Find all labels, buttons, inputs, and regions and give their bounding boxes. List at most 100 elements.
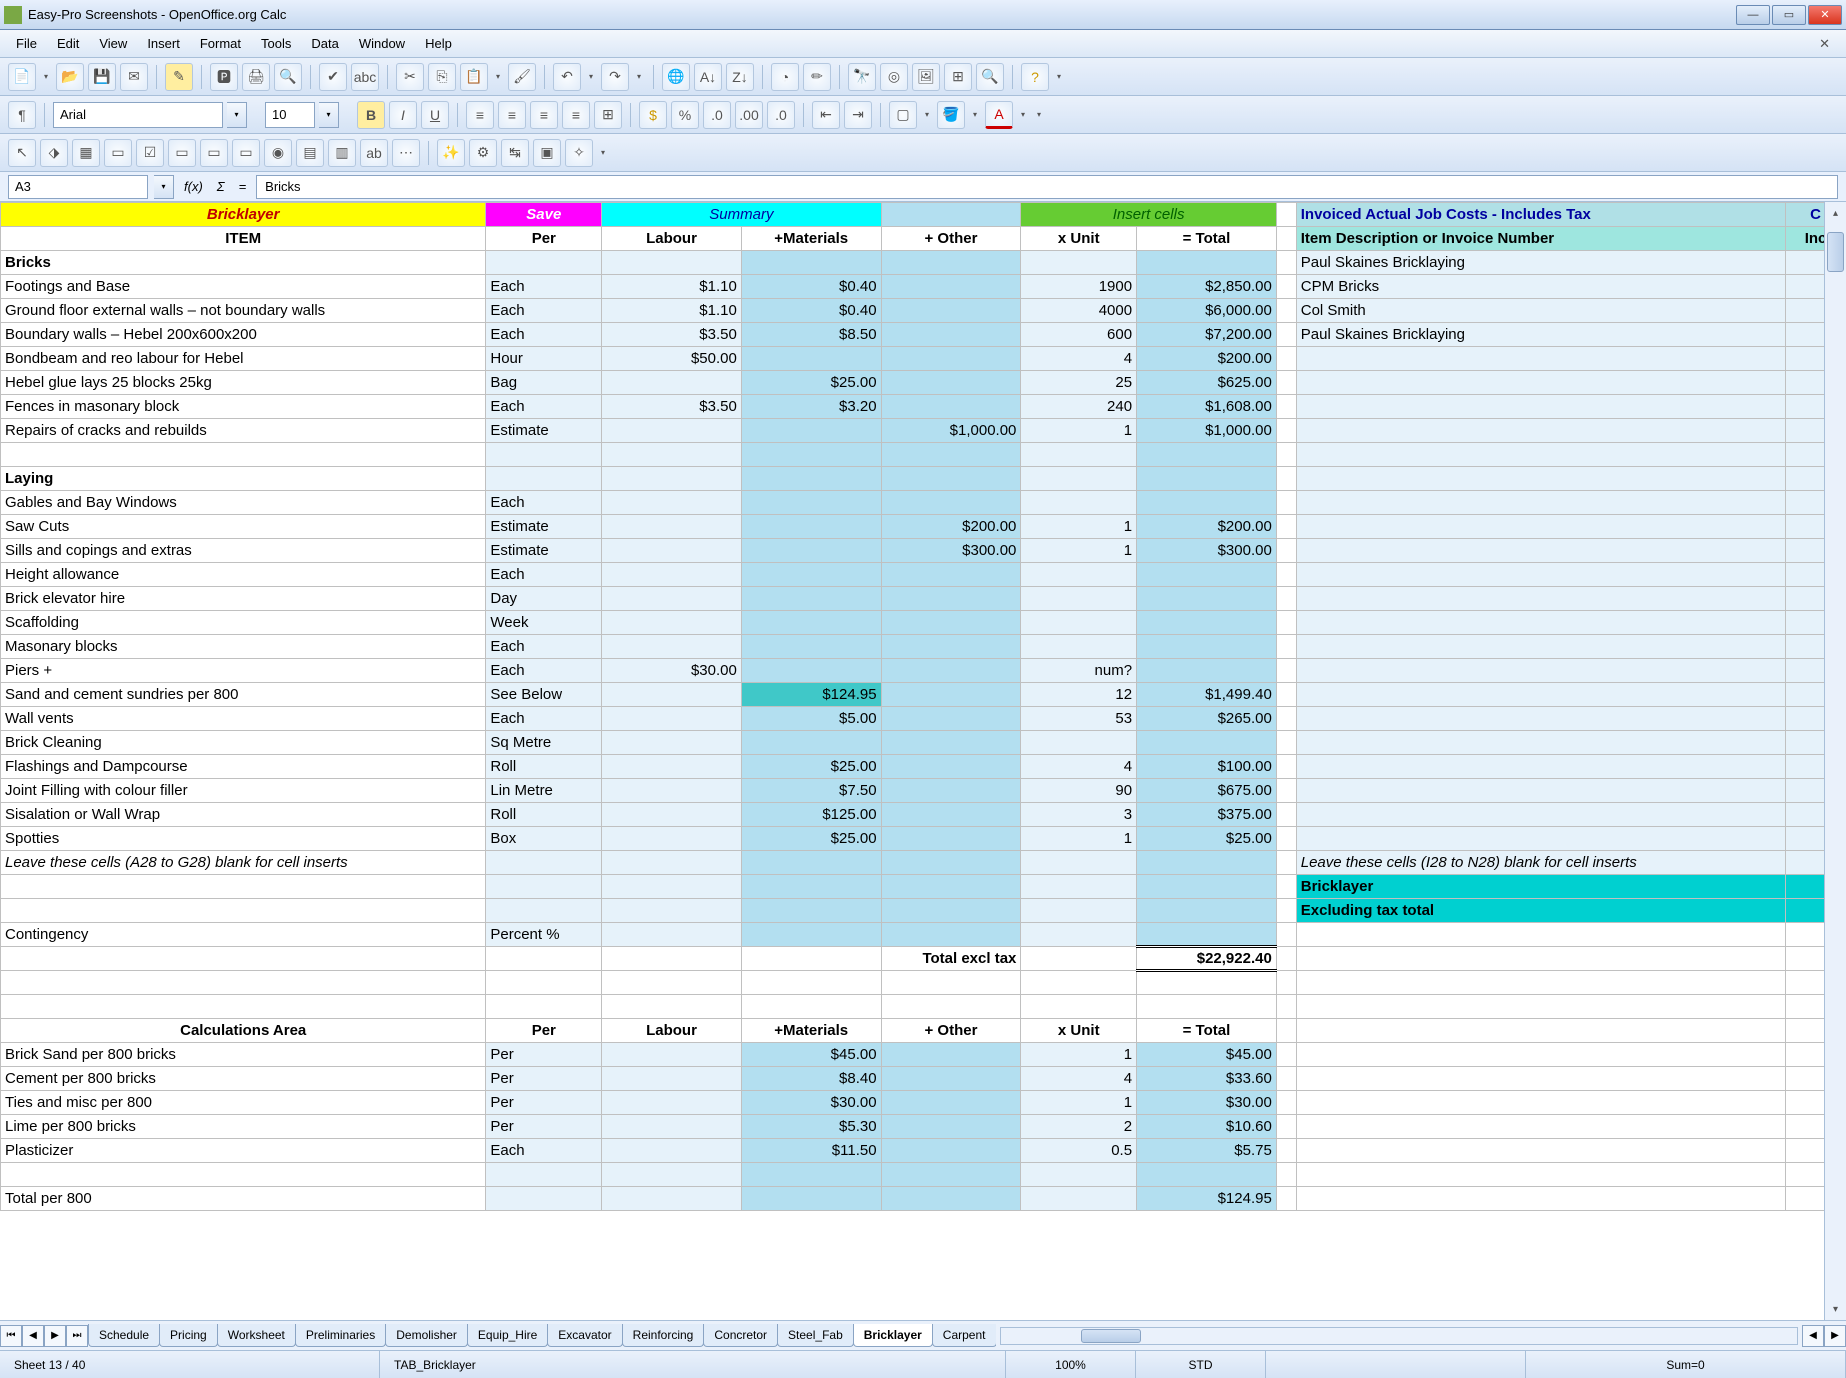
sort-desc-icon[interactable]: Z↓ <box>726 63 754 91</box>
formatted-icon[interactable]: ▭ <box>200 139 228 167</box>
fontcolor-icon[interactable]: A <box>985 101 1013 129</box>
vertical-scrollbar[interactable]: ▴ ▾ <box>1824 202 1846 1320</box>
hscroll-left-icon[interactable]: ◀ <box>1802 1325 1824 1347</box>
menu-insert[interactable]: Insert <box>137 32 190 55</box>
sheet-tab-pricing[interactable]: Pricing <box>159 1324 218 1347</box>
copy-icon[interactable]: ⎘ <box>428 63 456 91</box>
sheet-tab-reinforcing[interactable]: Reinforcing <box>622 1324 705 1347</box>
tab-first-icon[interactable]: ⏮ <box>0 1325 22 1347</box>
add-decimal-icon[interactable]: .00 <box>735 101 763 129</box>
cell-reference-input[interactable]: A3 <box>8 175 148 199</box>
indent-inc-icon[interactable]: ⇥ <box>844 101 872 129</box>
bgcolor-icon[interactable]: 🪣 <box>937 101 965 129</box>
hscroll-right-icon[interactable]: ▶ <box>1824 1325 1846 1347</box>
format-toolbar-more[interactable]: ▾ <box>1033 101 1045 129</box>
gallery-icon[interactable]: 🖼 <box>912 63 940 91</box>
find-icon[interactable]: 🔭 <box>848 63 876 91</box>
hyperlink-icon[interactable]: 🌐 <box>662 63 690 91</box>
underline-button[interactable]: U <box>421 101 449 129</box>
edit-mode-icon[interactable]: ✎ <box>165 63 193 91</box>
currency-icon[interactable]: $ <box>639 101 667 129</box>
zoom-icon[interactable]: 🔍 <box>976 63 1004 91</box>
sheet-tab-carpent[interactable]: Carpent <box>932 1324 996 1347</box>
font-size-input[interactable]: 10 <box>265 102 315 128</box>
spreadsheet-grid[interactable]: BricklayerSaveSummaryInsert cellsInvoice… <box>0 202 1846 1320</box>
status-zoom[interactable]: 100% <box>1006 1351 1136 1378</box>
align-right-icon[interactable]: ≡ <box>530 101 558 129</box>
menu-format[interactable]: Format <box>190 32 251 55</box>
close-button[interactable]: ✕ <box>1808 5 1842 25</box>
datasources-icon[interactable]: ⊞ <box>944 63 972 91</box>
border-dropdown[interactable]: ▾ <box>921 101 933 129</box>
autospell-icon[interactable]: abc <box>351 63 379 91</box>
scroll-up-icon[interactable]: ▴ <box>1825 202 1846 224</box>
align-center-icon[interactable]: ≡ <box>498 101 526 129</box>
undo-icon[interactable]: ↶ <box>553 63 581 91</box>
scroll-down-icon[interactable]: ▾ <box>1825 1298 1846 1320</box>
status-mode[interactable]: STD <box>1136 1351 1266 1378</box>
chart-icon[interactable]: ◔ <box>771 63 799 91</box>
sheet-tab-excavator[interactable]: Excavator <box>547 1324 622 1347</box>
auto-icon[interactable]: ⚙ <box>469 139 497 167</box>
tab-last-icon[interactable]: ⏭ <box>66 1325 88 1347</box>
menu-window[interactable]: Window <box>349 32 415 55</box>
font-name-dropdown[interactable]: ▾ <box>227 102 247 128</box>
bgcolor-dropdown[interactable]: ▾ <box>969 101 981 129</box>
sort-asc-icon[interactable]: A↓ <box>694 63 722 91</box>
sheet-tab-steel_fab[interactable]: Steel_Fab <box>777 1324 854 1347</box>
font-size-dropdown[interactable]: ▾ <box>319 102 339 128</box>
paste-dropdown[interactable]: ▾ <box>492 63 504 91</box>
help-icon[interactable]: ? <box>1021 63 1049 91</box>
redo-icon[interactable]: ↷ <box>601 63 629 91</box>
new-dropdown[interactable]: ▾ <box>40 63 52 91</box>
sum-icon[interactable]: Σ <box>213 179 229 194</box>
sheet-tab-bricklayer[interactable]: Bricklayer <box>853 1324 933 1347</box>
menu-tools[interactable]: Tools <box>251 32 301 55</box>
fontcolor-dropdown[interactable]: ▾ <box>1017 101 1029 129</box>
auto-control-icon[interactable]: ✧ <box>565 139 593 167</box>
navigator-icon[interactable]: ◎ <box>880 63 908 91</box>
equals-icon[interactable]: = <box>235 179 251 194</box>
design-icon[interactable]: ⬗ <box>40 139 68 167</box>
checkbox-icon[interactable]: ☑ <box>136 139 164 167</box>
sheet-tab-schedule[interactable]: Schedule <box>88 1324 160 1347</box>
draw-icon[interactable]: ✏ <box>803 63 831 91</box>
function-wizard-icon[interactable]: f(x) <box>180 179 207 194</box>
horizontal-scrollbar[interactable] <box>1000 1327 1799 1345</box>
open-icon[interactable]: 📂 <box>56 63 84 91</box>
remove-decimal-icon[interactable]: .0 <box>767 101 795 129</box>
tab-next-icon[interactable]: ▶ <box>44 1325 66 1347</box>
menu-edit[interactable]: Edit <box>47 32 89 55</box>
more-ctrl-icon[interactable]: ⋯ <box>392 139 420 167</box>
sheet-tab-preliminaries[interactable]: Preliminaries <box>295 1324 386 1347</box>
sheet-tab-worksheet[interactable]: Worksheet <box>217 1324 296 1347</box>
sheet-tab-concretor[interactable]: Concretor <box>703 1324 778 1347</box>
sheet-tab-equip_hire[interactable]: Equip_Hire <box>467 1324 548 1347</box>
wizard-icon[interactable]: ✨ <box>437 139 465 167</box>
merge-icon[interactable]: ⊞ <box>594 101 622 129</box>
format-paint-icon[interactable]: 🖌 <box>508 63 536 91</box>
border-icon[interactable]: ▢ <box>889 101 917 129</box>
maximize-button[interactable]: ▭ <box>1772 5 1806 25</box>
listbox-icon[interactable]: ▤ <box>296 139 324 167</box>
scroll-thumb[interactable] <box>1827 232 1844 272</box>
print-icon[interactable]: 🖨 <box>242 63 270 91</box>
textfield-icon[interactable]: ▭ <box>168 139 196 167</box>
menu-file[interactable]: File <box>6 32 47 55</box>
hscroll-thumb[interactable] <box>1081 1329 1141 1343</box>
menu-data[interactable]: Data <box>301 32 348 55</box>
align-justify-icon[interactable]: ≡ <box>562 101 590 129</box>
select-icon[interactable]: ↖ <box>8 139 36 167</box>
new-icon[interactable]: 📄 <box>8 63 36 91</box>
bold-button[interactable]: B <box>357 101 385 129</box>
cut-icon[interactable]: ✂ <box>396 63 424 91</box>
label-icon[interactable]: ab <box>360 139 388 167</box>
tab-order-icon[interactable]: ↹ <box>501 139 529 167</box>
percent-icon[interactable]: % <box>671 101 699 129</box>
open-design-icon[interactable]: ▣ <box>533 139 561 167</box>
cell-ref-dropdown[interactable]: ▾ <box>154 175 174 199</box>
paste-icon[interactable]: 📋 <box>460 63 488 91</box>
formula-input[interactable]: Bricks <box>256 175 1838 199</box>
email-icon[interactable]: ✉ <box>120 63 148 91</box>
sheet-tab-demolisher[interactable]: Demolisher <box>385 1324 468 1347</box>
